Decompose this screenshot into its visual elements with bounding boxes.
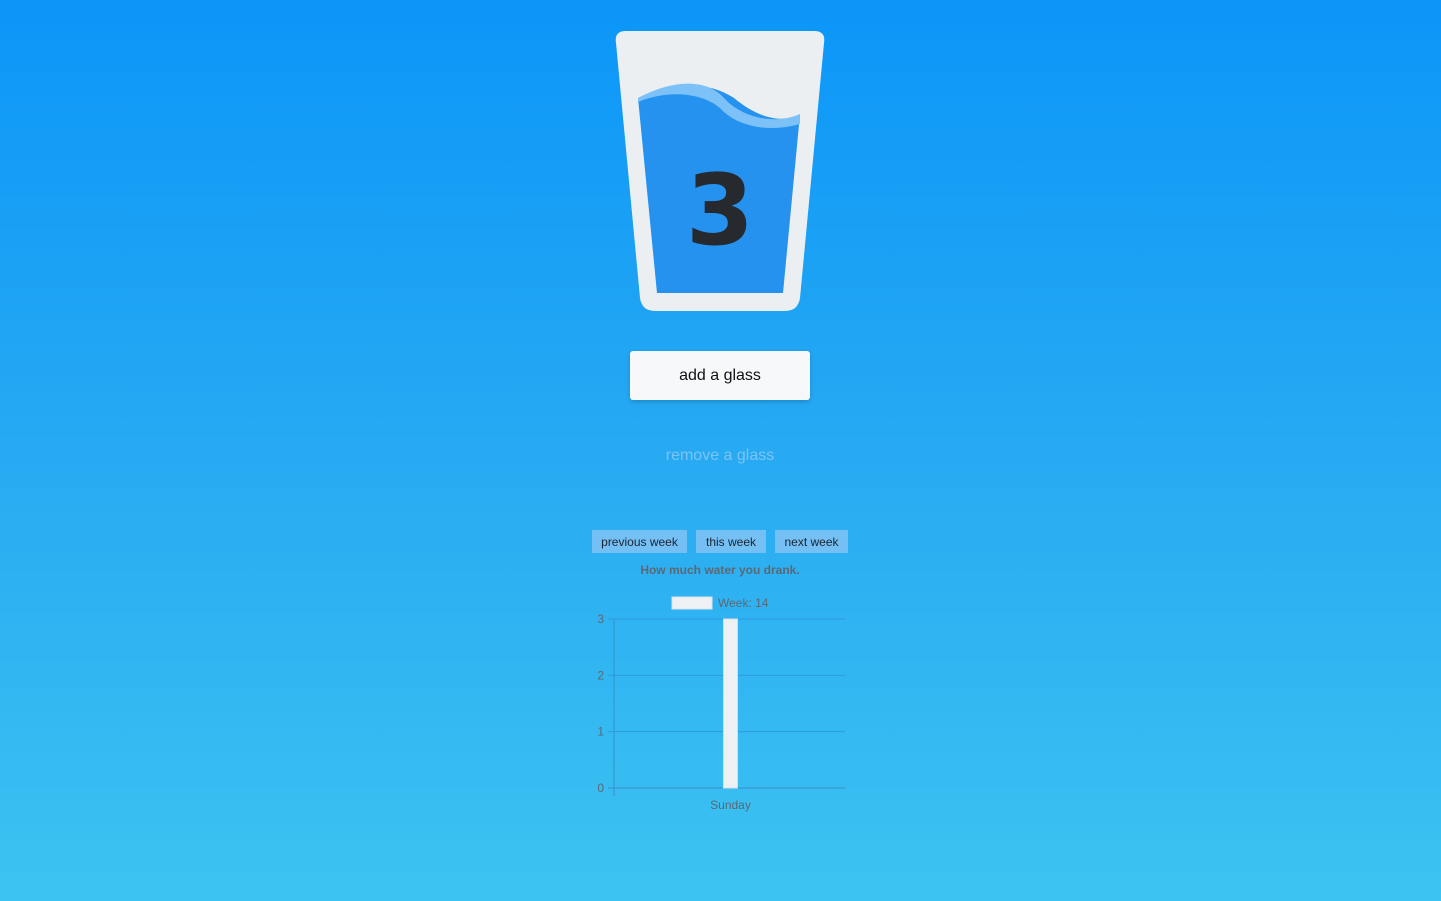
chart-bars (723, 618, 738, 789)
legend-swatch (671, 596, 713, 610)
remove-glass-button[interactable]: remove a glass (600, 447, 840, 465)
chart-legend: Week: 14 (671, 596, 769, 610)
y-tick-label: 0 (597, 781, 604, 795)
this-week-button[interactable]: this week (696, 530, 766, 553)
add-glass-button[interactable]: add a glass (630, 351, 810, 400)
y-tick-label: 2 (597, 668, 604, 682)
water-glass: 3 (612, 28, 828, 314)
y-tick-label: 1 (597, 725, 604, 739)
next-week-button[interactable]: next week (775, 530, 848, 553)
chart-title: How much water you drank. (640, 563, 800, 577)
y-tick-label: 3 (597, 612, 604, 626)
bar-sunday[interactable] (723, 618, 738, 789)
legend-label: Week: 14 (718, 596, 769, 610)
glass-count: 3 (685, 154, 755, 268)
water-chart: 0 1 2 3 Sunday Week: 14 (597, 596, 845, 812)
x-tick-label: Sunday (710, 798, 751, 812)
previous-week-button[interactable]: previous week (592, 530, 687, 553)
